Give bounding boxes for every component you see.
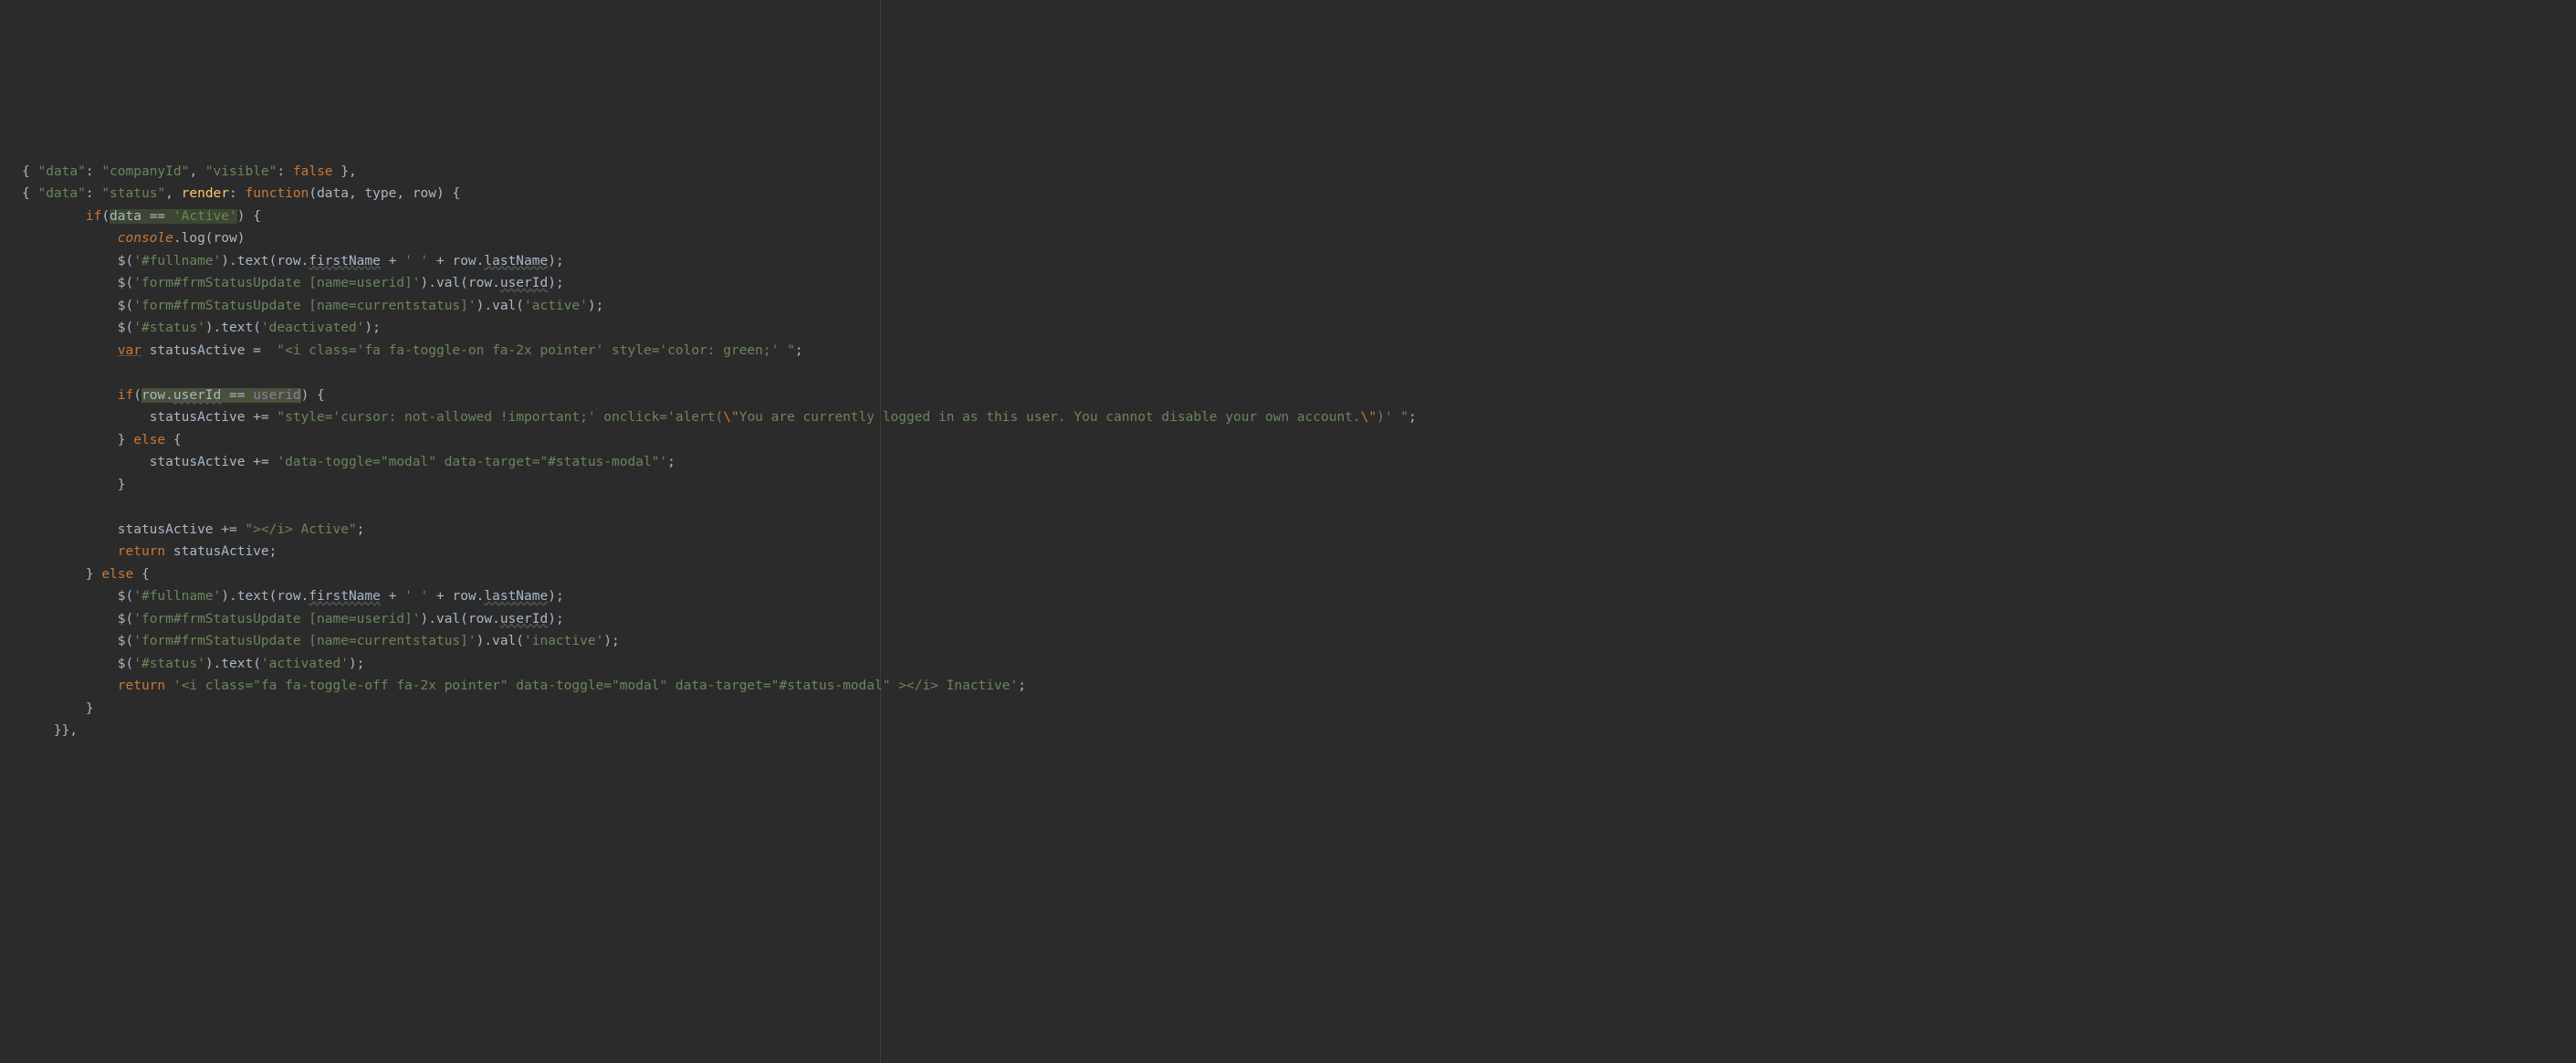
code-line: console.log(row) xyxy=(22,231,245,246)
code-line: $('form#frmStatusUpdate [name=currentsta… xyxy=(22,634,620,648)
code-line: if(row.userId == userid) { xyxy=(22,388,325,403)
code-line: statusActive += 'data-toggle="modal" dat… xyxy=(22,455,675,469)
code-line: var statusActive = "<i class='fa fa-togg… xyxy=(22,343,803,358)
code-line: } else { xyxy=(22,567,150,582)
code-line: } else { xyxy=(22,433,182,447)
code-line: return '<i class="fa fa-toggle-off fa-2x… xyxy=(22,679,1026,693)
code-line: $('form#frmStatusUpdate [name=currentsta… xyxy=(22,299,603,313)
code-line: { "data": "status", render: function(dat… xyxy=(22,186,460,201)
code-line: $('form#frmStatusUpdate [name=userid]').… xyxy=(22,276,564,290)
code-line: return statusActive; xyxy=(22,544,277,559)
code-line: statusActive += "></i> Active"; xyxy=(22,522,364,537)
code-line: } xyxy=(22,701,94,716)
code-line: } xyxy=(22,478,126,492)
code-line: $('#status').text('deactivated'); xyxy=(22,321,381,335)
code-line: if(data == 'Active') { xyxy=(22,209,261,224)
code-line: $('#status').text('activated'); xyxy=(22,657,364,671)
code-line: { "data": "companyId", "visible": false … xyxy=(22,164,357,179)
code-line: statusActive += "style='cursor: not-allo… xyxy=(22,410,1417,425)
code-line: $('#fullname').text(row.firstName + ' ' … xyxy=(22,254,564,268)
code-editor[interactable]: { "data": "companyId", "visible": false … xyxy=(0,138,2576,742)
code-line: $('#fullname').text(row.firstName + ' ' … xyxy=(22,589,564,604)
code-line: }}, xyxy=(22,723,78,738)
code-line: $('form#frmStatusUpdate [name=userid]').… xyxy=(22,612,564,626)
